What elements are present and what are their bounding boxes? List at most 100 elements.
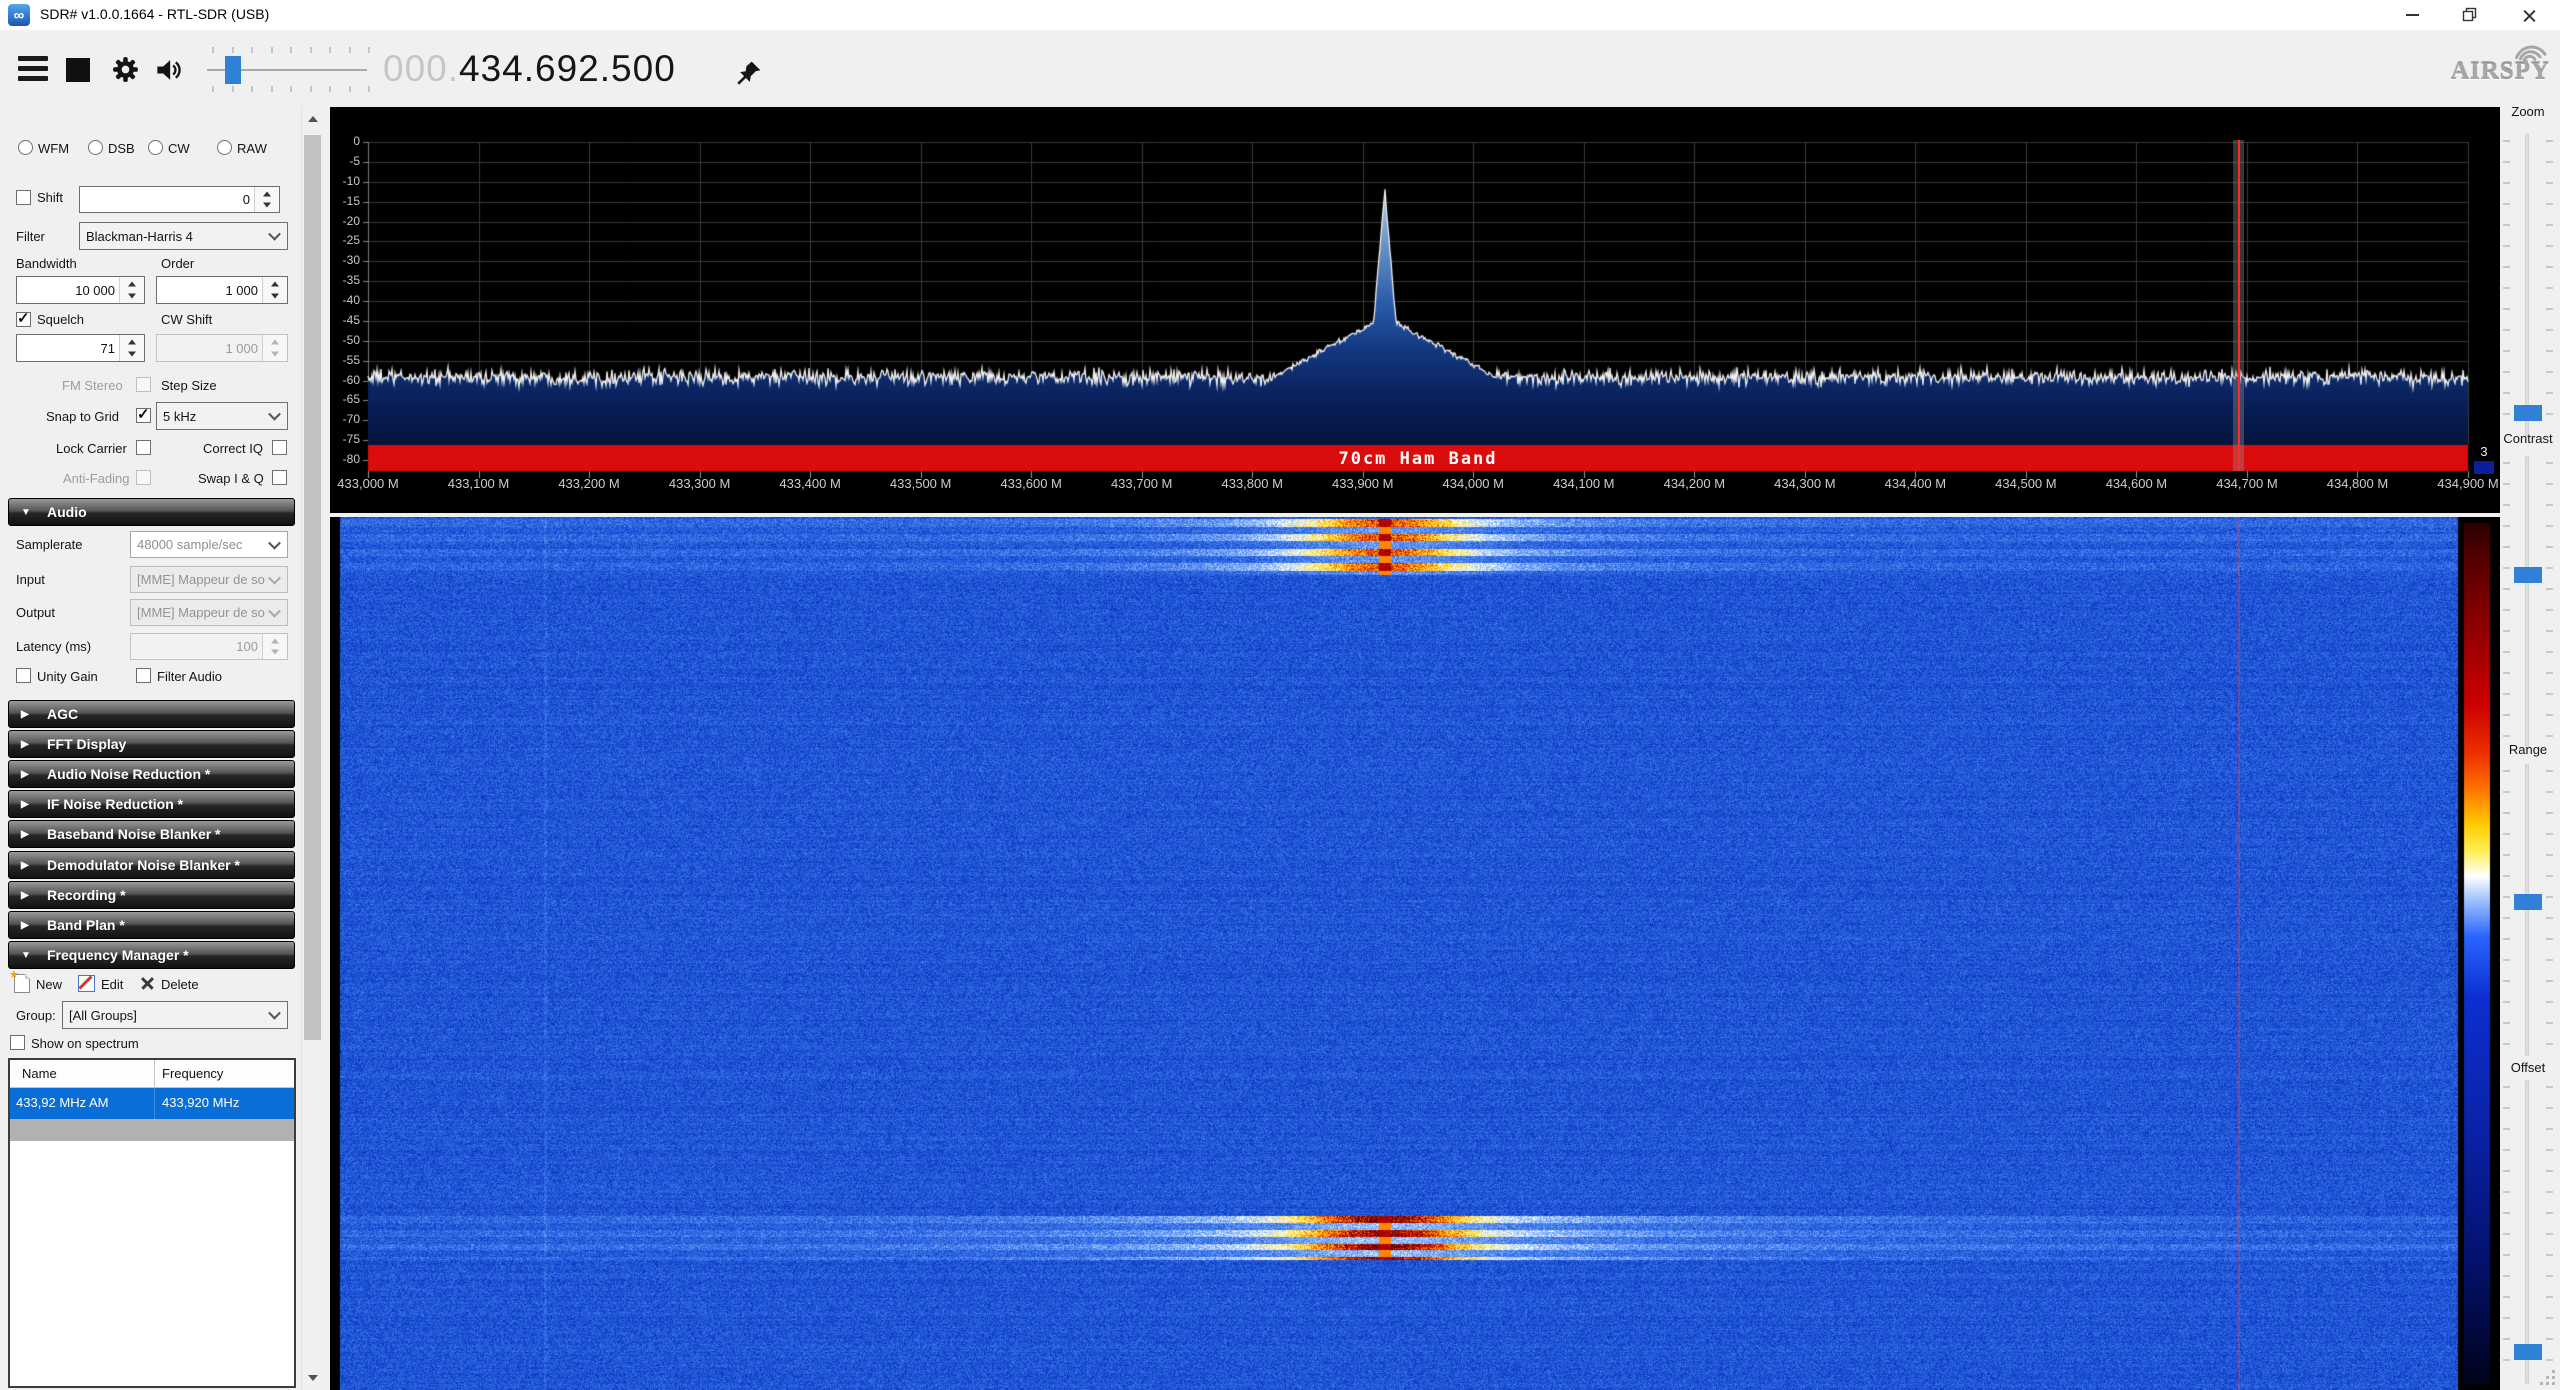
swap-iq-checkbox[interactable] [272, 470, 287, 485]
mode-radio-wfm[interactable] [18, 140, 33, 155]
panel-header-agc[interactable]: ▶AGC [8, 700, 295, 728]
panel-header-frequency-manager[interactable]: ▼Frequency Manager * [8, 941, 295, 969]
slider-label-contrast: Contrast [2496, 431, 2560, 446]
bandwidth-input[interactable]: 10 000 [16, 276, 145, 304]
squelch-label: Squelch [37, 312, 84, 327]
slider-tick [2503, 287, 2510, 289]
slider-thumb-contrast[interactable] [2514, 567, 2542, 583]
slider-track-offset[interactable] [2525, 1080, 2529, 1384]
squelch-checkbox[interactable] [16, 312, 31, 327]
slider-tick [2503, 672, 2510, 674]
latency-label: Latency (ms) [16, 639, 91, 654]
audio-section-header[interactable]: ▼ Audio [8, 498, 295, 526]
mode-radio-cw[interactable] [148, 140, 163, 155]
order-input[interactable]: 1 000 [156, 276, 288, 304]
mute-button[interactable] [155, 56, 183, 89]
slider-thumb-offset[interactable] [2514, 1344, 2542, 1360]
lock-carrier-label: Lock Carrier [56, 441, 127, 456]
panel-header-demodulator-noise-blanker[interactable]: ▶Demodulator Noise Blanker * [8, 851, 295, 879]
restore-button[interactable] [2441, 0, 2498, 30]
shift-spinner[interactable] [254, 187, 279, 212]
close-button[interactable] [2498, 0, 2560, 30]
slider-track-contrast[interactable] [2525, 456, 2529, 748]
snap-to-grid-checkbox[interactable] [136, 408, 151, 423]
panel-header-recording[interactable]: ▶Recording * [8, 881, 295, 909]
shift-input[interactable]: 0 [79, 186, 280, 213]
lock-carrier-checkbox[interactable] [136, 440, 151, 455]
freq-axis-label: 433,500 M [871, 476, 971, 491]
panel-title: Recording * [47, 887, 126, 903]
resize-grip-icon[interactable] [2540, 1370, 2558, 1388]
mode-radio-dsb[interactable] [88, 140, 103, 155]
panel-header-audio-noise-reduction[interactable]: ▶Audio Noise Reduction * [8, 760, 295, 788]
new-star-icon: ★ [9, 968, 19, 981]
frequency-table[interactable]: Name Frequency 433,92 MHz AM 433,920 MHz [8, 1058, 296, 1388]
scroll-down-icon[interactable] [302, 1366, 323, 1390]
slider-tick [2546, 546, 2553, 548]
shift-checkbox[interactable] [16, 190, 31, 205]
pin-button[interactable] [736, 60, 762, 91]
slider-tick [2546, 1149, 2553, 1151]
panel-title: Frequency Manager * [47, 947, 189, 963]
slider-tick [2503, 1149, 2510, 1151]
slider-track-zoom[interactable] [2525, 134, 2529, 436]
column-header-name[interactable]: Name [22, 1066, 57, 1081]
scroll-up-icon[interactable] [302, 107, 323, 131]
unity-gain-checkbox[interactable] [16, 668, 31, 683]
slider-tick [2503, 1359, 2510, 1361]
tuning-line[interactable] [2238, 140, 2240, 471]
slider-tick [2546, 483, 2553, 485]
table-row[interactable]: 433,92 MHz AM 433,920 MHz [10, 1088, 294, 1119]
panel-title: Band Plan * [47, 917, 125, 933]
frequency-display[interactable]: 000.434.692.500 [383, 48, 676, 90]
column-header-frequency[interactable]: Frequency [162, 1066, 223, 1081]
menu-button[interactable] [18, 56, 48, 82]
scrollbar-thumb[interactable] [304, 135, 321, 1040]
filter-audio-checkbox[interactable] [136, 668, 151, 683]
slider-tick [2503, 245, 2510, 247]
panel-header-band-plan[interactable]: ▶Band Plan * [8, 911, 295, 939]
correct-iq-checkbox[interactable] [272, 440, 287, 455]
slider-thumb-zoom[interactable] [2514, 405, 2542, 421]
swap-iq-label: Swap I & Q [198, 471, 264, 486]
slider-tick [2546, 1296, 2553, 1298]
filter-dropdown[interactable]: Blackman-Harris 4 [79, 222, 288, 250]
settings-button[interactable] [112, 56, 139, 88]
slider-tick [2503, 735, 2510, 737]
group-dropdown[interactable]: [All Groups] [62, 1001, 288, 1029]
fm-edit-button[interactable]: Edit [101, 977, 123, 992]
slider-track-range[interactable] [2525, 764, 2529, 1056]
stop-button[interactable] [66, 58, 90, 82]
slider-tick [2546, 917, 2553, 919]
slider-tick [2503, 567, 2510, 569]
mode-label-dsb: DSB [108, 141, 135, 156]
delete-x-icon [140, 976, 154, 990]
new-page-icon: ★ [14, 974, 30, 993]
slider-tick [2503, 392, 2510, 394]
title-bar[interactable]: ∞ SDR# v1.0.0.1664 - RTL-SDR (USB) [0, 0, 2560, 30]
fm-new-button[interactable]: New [36, 977, 62, 992]
panel-header-baseband-noise-blanker[interactable]: ▶Baseband Noise Blanker * [8, 820, 295, 848]
step-size-dropdown[interactable]: 5 kHz [156, 402, 288, 430]
show-on-spectrum-checkbox[interactable] [10, 1035, 25, 1050]
bandwidth-label: Bandwidth [16, 256, 77, 271]
airspy-logo: AIRSPY [2420, 58, 2550, 86]
slider-thumb-range[interactable] [2514, 894, 2542, 910]
panel-header-if-noise-reduction[interactable]: ▶IF Noise Reduction * [8, 790, 295, 818]
app-logo-icon: ∞ [8, 4, 30, 26]
panel-scrollbar[interactable] [301, 107, 323, 1390]
volume-tick [329, 86, 331, 92]
slider-tick [2546, 693, 2553, 695]
panel-header-fft-display[interactable]: ▶FFT Display [8, 730, 295, 758]
squelch-input[interactable]: 71 [16, 334, 145, 362]
spectrum-scale-marker: 3 [2472, 444, 2496, 459]
slider-tick [2503, 1275, 2510, 1277]
slider-tick [2546, 1254, 2553, 1256]
waterfall-display[interactable] [330, 517, 2500, 1390]
minimize-button[interactable] [2384, 0, 2441, 30]
volume-slider-thumb[interactable] [225, 56, 241, 84]
mode-radio-raw[interactable] [217, 140, 232, 155]
fm-delete-button[interactable]: Delete [161, 977, 199, 992]
db-axis-label: -35 [326, 273, 360, 287]
samplerate-dropdown[interactable]: 48000 sample/sec [130, 531, 288, 558]
